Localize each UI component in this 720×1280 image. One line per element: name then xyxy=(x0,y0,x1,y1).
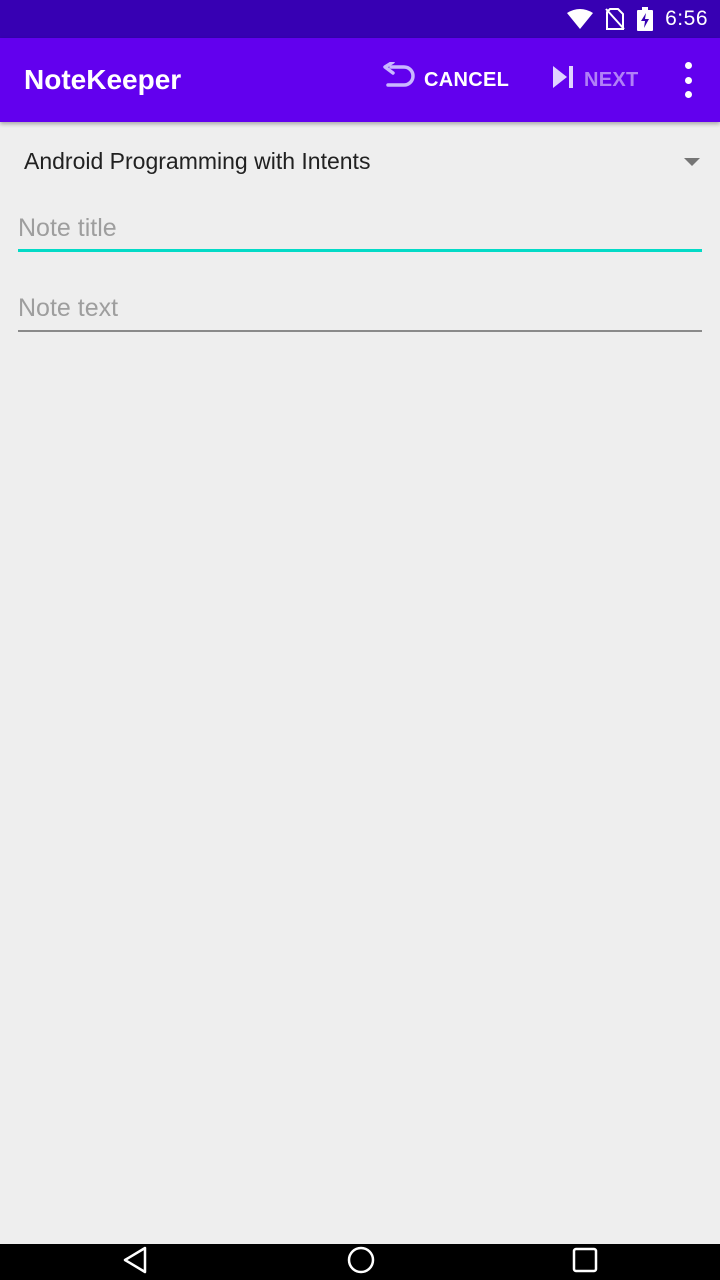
next-label: NEXT xyxy=(584,68,639,91)
app-title: NoteKeeper xyxy=(24,64,182,95)
note-text-input[interactable] xyxy=(18,286,702,330)
back-icon xyxy=(122,1246,148,1279)
recents-button[interactable] xyxy=(555,1244,615,1280)
note-text-underline xyxy=(18,330,702,332)
status-time: 6:56 xyxy=(665,7,708,30)
undo-icon xyxy=(382,60,416,98)
overflow-dot xyxy=(684,91,692,98)
next-button[interactable]: NEXT xyxy=(550,38,639,122)
back-button[interactable] xyxy=(105,1244,165,1280)
course-spinner-selected: Android Programming with Intents xyxy=(24,148,371,174)
navigation-bar xyxy=(0,1244,720,1280)
note-title-input[interactable] xyxy=(18,206,702,250)
wifi-icon xyxy=(567,9,594,29)
home-icon xyxy=(346,1245,376,1280)
note-title-underline xyxy=(18,249,702,252)
no-sim-icon xyxy=(605,8,625,30)
status-bar: 6:56 xyxy=(0,0,720,38)
more-vert-icon[interactable] xyxy=(674,62,702,98)
battery-charging-icon xyxy=(637,7,654,31)
course-spinner[interactable]: Android Programming with Intents xyxy=(0,140,720,190)
cancel-label: CANCEL xyxy=(424,68,510,91)
skip-next-icon xyxy=(550,64,576,96)
note-text-field xyxy=(18,286,702,332)
note-title-field xyxy=(18,206,702,252)
overflow-dot xyxy=(684,62,692,69)
dropdown-arrow-icon xyxy=(684,158,700,166)
overflow-dot xyxy=(684,76,692,84)
recents-icon xyxy=(572,1247,598,1278)
app-bar: NoteKeeper CANCEL NEXT xyxy=(0,38,720,122)
status-icons: 6:56 xyxy=(567,0,708,38)
cancel-button[interactable]: CANCEL xyxy=(382,38,509,122)
home-button[interactable] xyxy=(331,1244,391,1280)
